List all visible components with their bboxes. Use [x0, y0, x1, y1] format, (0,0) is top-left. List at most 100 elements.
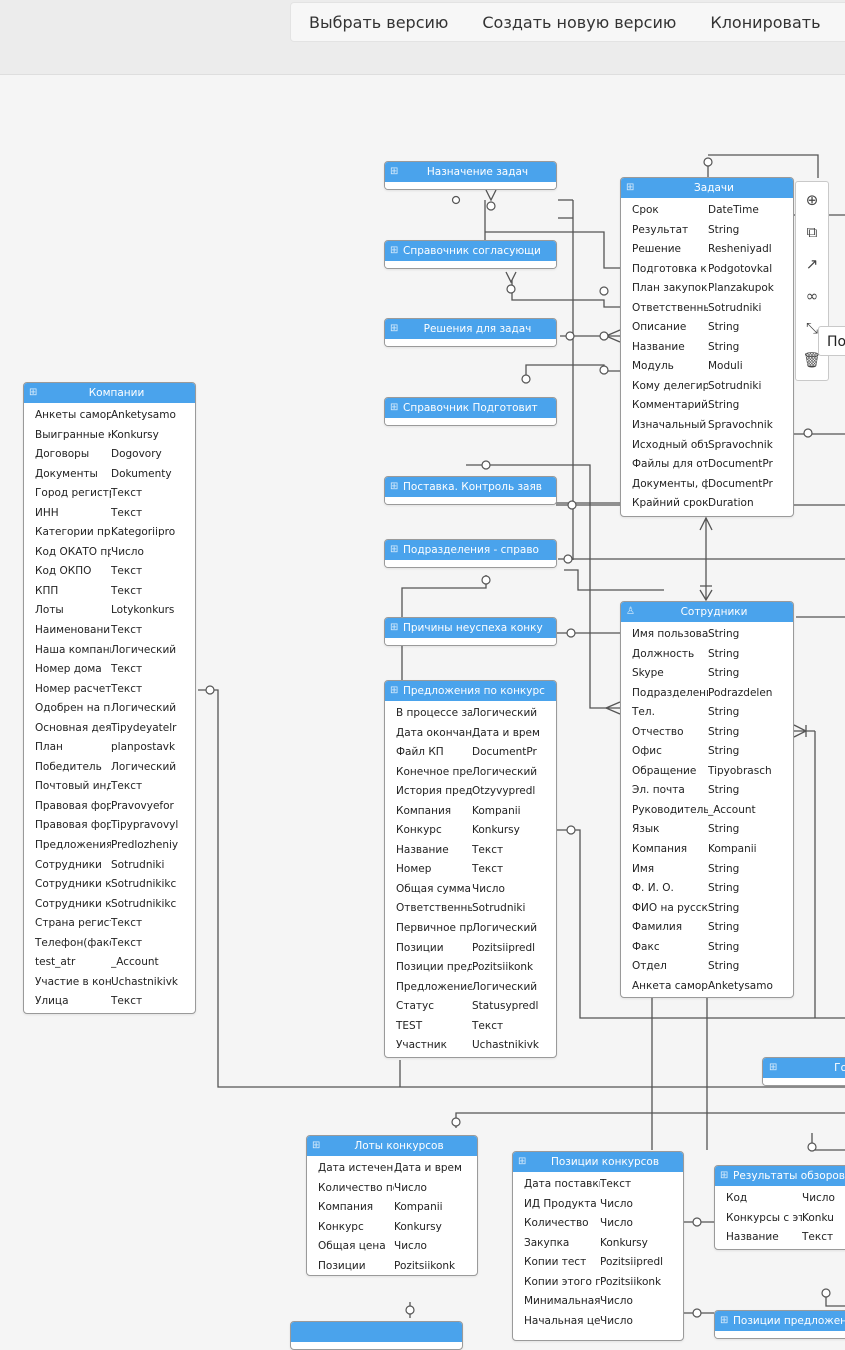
field-row[interactable]: Имя String [621, 860, 793, 880]
field-row[interactable]: Дата окончан Дата и врем [385, 724, 556, 744]
field-row[interactable]: Кому делегиро Sotrudniki [621, 377, 793, 397]
entity-resheniya[interactable]: ⊞ Решения для задач [384, 318, 557, 347]
field-row[interactable]: Офис String [621, 742, 793, 762]
entity-naznachenie[interactable]: ⊞ Назначение задач [384, 161, 557, 190]
field-row[interactable]: Тел. String [621, 703, 793, 723]
field-row[interactable]: ИД Продукта Число [513, 1195, 683, 1215]
field-row[interactable]: Подразделени Podrazdelen [621, 684, 793, 704]
field-row[interactable]: Компания Kompanii [307, 1198, 477, 1218]
field-row[interactable]: Название Текст [715, 1228, 845, 1248]
entity-zadachi[interactable]: ⊞ Задачи Срок DateTime Результат String Решен… [620, 177, 794, 517]
field-row[interactable]: Почтовый инд Текст [24, 777, 195, 797]
field-row[interactable]: История пред Otzyvypredl [385, 782, 556, 802]
field-row[interactable]: Компания Kompanii [385, 802, 556, 822]
field-row[interactable]: Название Текст [385, 841, 556, 861]
entity-spravochnik-soglasuyushchikh[interactable]: ⊞ Справочник согласующи [384, 240, 557, 269]
field-row[interactable]: Страна регист Текст [24, 914, 195, 934]
field-row[interactable]: Телефон(факс Текст [24, 934, 195, 954]
field-row[interactable]: Код ОКПО Текст [24, 562, 195, 582]
field-row[interactable]: Копии тест Pozitsiipredl [513, 1253, 683, 1273]
field-row[interactable]: Категории про Kategoriipro [24, 523, 195, 543]
field-row[interactable]: Срок DateTime [621, 201, 793, 221]
link-icon[interactable]: ∞ [796, 282, 828, 310]
field-row[interactable]: Наша компани Логический [24, 641, 195, 661]
field-row[interactable]: Позиции Pozitsiikonk [307, 1257, 477, 1275]
entity-podrazdeleniya[interactable]: ⊞ Подразделения - справо [384, 539, 557, 568]
field-row[interactable]: Наименовани Текст [24, 621, 195, 641]
field-row[interactable]: Ответственны Sotrudniki [385, 899, 556, 919]
field-row[interactable]: Решение Resheniyadl [621, 240, 793, 260]
field-row[interactable]: Статус Statusypredl [385, 997, 556, 1017]
field-row[interactable]: Правовая фор Pravovyefor [24, 797, 195, 817]
entity-prichiny[interactable]: ⊞ Причины неуспеха конку [384, 617, 557, 646]
field-row[interactable]: Документы Dokumenty [24, 465, 195, 485]
field-row[interactable]: Договоры Dogovory [24, 445, 195, 465]
field-row[interactable]: Количество по Число [307, 1179, 477, 1199]
field-row[interactable]: Сотрудники ко Sotrudnikikc [24, 895, 195, 915]
field-row[interactable]: Номер Текст [385, 860, 556, 880]
field-row[interactable]: Позиции пред Pozitsiikonk [385, 958, 556, 978]
field-row[interactable]: test_atr _Account [24, 953, 195, 973]
field-row[interactable]: Язык String [621, 820, 793, 840]
field-row[interactable]: ФИО на русск String [621, 899, 793, 919]
field-row[interactable]: Выигранные к Konkursy [24, 426, 195, 446]
open-external-icon[interactable]: ⧉ [796, 218, 828, 246]
entity-pozitsii-predlozheniy[interactable]: ⊞ Позиции предложен [714, 1310, 845, 1339]
field-row[interactable]: Предложения Predlozheniy [24, 836, 195, 856]
field-row[interactable]: Имя пользова String [621, 625, 793, 645]
field-row[interactable]: Код Число [715, 1189, 845, 1209]
field-row[interactable]: Первичное пр Логический [385, 919, 556, 939]
entity-postavka[interactable]: ⊞ Поставка. Контроль заяв [384, 476, 557, 505]
field-row[interactable]: Отдел String [621, 957, 793, 977]
field-row[interactable]: Минимальная Число [513, 1292, 683, 1312]
entity-sotrudniki[interactable]: ♙ Сотрудники Имя пользова String Должность S… [620, 601, 794, 998]
field-row[interactable]: TEST Текст [385, 1017, 556, 1037]
field-row[interactable]: Крайний срок Duration [621, 494, 793, 514]
field-row[interactable]: ИНН Текст [24, 504, 195, 524]
field-row[interactable]: Копии этого п Pozitsiikonk [513, 1273, 683, 1293]
field-row[interactable]: Правовая фор Tipypravovyl [24, 816, 195, 836]
field-row[interactable]: Эл. почта String [621, 781, 793, 801]
field-row[interactable]: Позиции Pozitsiipredl [385, 939, 556, 959]
field-row[interactable]: План planpostavk [24, 738, 195, 758]
entity-bottom-partial[interactable] [290, 1321, 463, 1350]
field-row[interactable]: Количество Число [513, 1214, 683, 1234]
field-row[interactable]: Город регистр Текст [24, 484, 195, 504]
field-row[interactable]: Конечное пре Логический [385, 763, 556, 783]
field-row[interactable]: Участник Uchastnikivk [385, 1036, 556, 1056]
field-row[interactable]: Исходный объ Spravochnik [621, 436, 793, 456]
field-row[interactable]: В процессе за Логический [385, 704, 556, 724]
entity-kompanii[interactable]: ⊞ Компании Анкеты самор Anketysamo Выигранн… [23, 382, 196, 1014]
field-row[interactable]: Участие в кон Uchastnikivk [24, 973, 195, 993]
field-row[interactable]: Комментарий String [621, 396, 793, 416]
field-row[interactable]: Результат String [621, 221, 793, 241]
zoom-in-icon[interactable]: ⊕ [796, 186, 828, 214]
field-row[interactable]: Обращение Tipyobrasch [621, 762, 793, 782]
field-row[interactable]: Skype String [621, 664, 793, 684]
field-row[interactable]: Файл КП DocumentPr [385, 743, 556, 763]
field-row[interactable]: Победитель Логический [24, 758, 195, 778]
field-row[interactable]: Общая цена Число [307, 1237, 477, 1257]
field-row[interactable]: Улица Текст [24, 992, 195, 1012]
entity-predlozheniya[interactable]: ⊞ Предложения по конкурс В процессе за Лог… [384, 680, 557, 1058]
entity-spravochnik-podgotovitelnyi[interactable]: ⊞ Справочник Подготовит [384, 397, 557, 426]
field-row[interactable]: Основная дея Tipydeyatelr [24, 719, 195, 739]
field-row[interactable]: Подготовка к Podgotovkal [621, 260, 793, 280]
field-row[interactable]: Конкурс Konkursy [307, 1218, 477, 1238]
field-row[interactable]: Сотрудники ко Sotrudnikikc [24, 875, 195, 895]
field-row[interactable]: Фамилия String [621, 918, 793, 938]
entity-loty[interactable]: ⊞ Лоты конкурсов Дата истечени Дата и врем… [306, 1135, 478, 1276]
field-row[interactable]: Закупка Konkursy [513, 1234, 683, 1254]
field-row[interactable]: Файлы для от DocumentPr [621, 455, 793, 475]
field-row[interactable]: Модуль Moduli [621, 357, 793, 377]
field-row[interactable]: Номер расчет Текст [24, 680, 195, 700]
field-row[interactable]: Одобрен на по Логический [24, 699, 195, 719]
field-row[interactable]: Предложение Логический [385, 978, 556, 998]
field-row[interactable]: Лоты Lotykonkurs [24, 601, 195, 621]
arrow-icon[interactable]: ↗ [796, 250, 828, 278]
field-row[interactable]: Факс String [621, 938, 793, 958]
field-row[interactable]: Анкеты самор Anketysamo [24, 406, 195, 426]
field-row[interactable]: Номер дома Текст [24, 660, 195, 680]
field-row[interactable]: Начальная це Число [513, 1312, 683, 1332]
field-row[interactable]: КПП Текст [24, 582, 195, 602]
